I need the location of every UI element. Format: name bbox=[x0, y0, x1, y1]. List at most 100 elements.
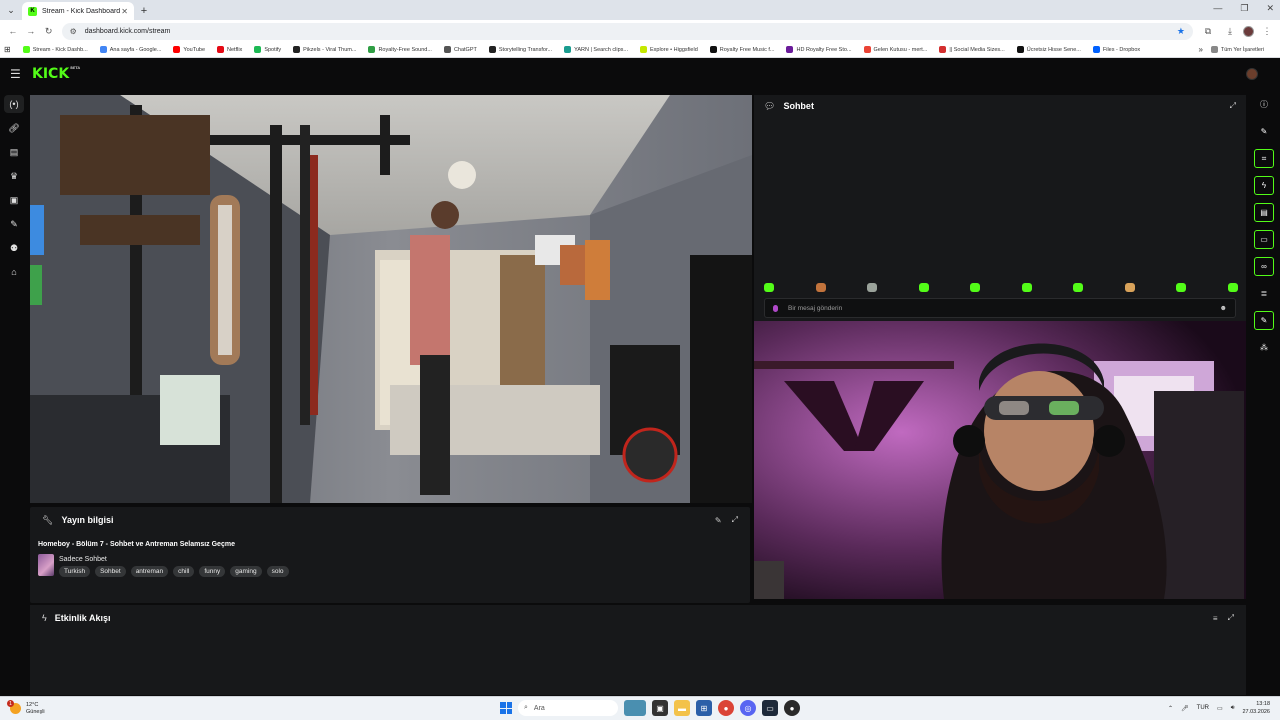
pencil-icon[interactable]: ✎ bbox=[1254, 122, 1274, 141]
link-chain-icon[interactable]: ∞ bbox=[1254, 257, 1274, 276]
edit-icon[interactable]: ✎ bbox=[715, 516, 722, 525]
trophy-icon[interactable]: ♛ bbox=[4, 167, 24, 185]
bookmark-item[interactable]: Explore • Higgsfield bbox=[639, 46, 698, 53]
tag-pill[interactable]: Sohbet bbox=[95, 566, 126, 577]
community-icon[interactable]: ⚉ bbox=[4, 239, 24, 257]
notes-icon[interactable]: ▤ bbox=[1254, 203, 1274, 222]
address-bar[interactable]: ⚙ dashboard.kick.com/stream ★ bbox=[61, 22, 1193, 40]
tab-search-icon[interactable]: ⌄ bbox=[0, 0, 22, 20]
popout-icon[interactable]: ⤢ bbox=[732, 515, 738, 525]
bookmark-star-icon[interactable]: ★ bbox=[1177, 26, 1185, 37]
tag-pill[interactable]: gaming bbox=[230, 566, 262, 577]
bookmark-item[interactable]: HD Royalty Free Sto... bbox=[786, 46, 852, 53]
extensions-icon[interactable]: ⧉ bbox=[1199, 22, 1217, 40]
close-tab-icon[interactable]: ✕ bbox=[121, 7, 128, 16]
network-icon[interactable]: ▭ bbox=[1217, 705, 1223, 712]
mic-icon[interactable]: 🎤︎ bbox=[1181, 705, 1189, 712]
taskbar-search[interactable]: ⌕ Ara bbox=[518, 700, 618, 716]
tag-pill[interactable]: chill bbox=[173, 566, 195, 577]
bookmarks-overflow-button[interactable]: » bbox=[1198, 45, 1202, 54]
chrome-icon[interactable]: ● bbox=[718, 700, 734, 716]
emote-icon[interactable] bbox=[867, 283, 878, 292]
emote-icon[interactable] bbox=[970, 283, 981, 292]
bookmark-item[interactable]: Royalty-Free Sound... bbox=[368, 46, 432, 53]
chat-icon[interactable]: ▭ bbox=[1254, 230, 1274, 249]
windows-start-icon[interactable] bbox=[500, 702, 512, 714]
library-icon[interactable]: ▣ bbox=[4, 191, 24, 209]
chat-message-input[interactable]: Bir mesaj gönderin ☻ bbox=[764, 298, 1236, 318]
lightning-icon[interactable]: ϟ bbox=[1254, 176, 1274, 195]
site-info-icon[interactable]: ⚙ bbox=[70, 27, 77, 36]
emote-icon[interactable] bbox=[1073, 283, 1084, 292]
browser-menu-icon[interactable]: ⋮ bbox=[1258, 22, 1276, 40]
emote-icon[interactable] bbox=[1227, 283, 1238, 292]
bookmark-item[interactable]: Gelen Kutusu - mert... bbox=[863, 46, 927, 53]
menu-icon[interactable]: ☰ bbox=[10, 67, 24, 81]
bookmark-item[interactable]: Storytelling Transfor... bbox=[488, 46, 552, 53]
recording-app-icon[interactable]: ● bbox=[784, 700, 800, 716]
bookmark-item[interactable]: YARN | Search clips... bbox=[564, 46, 628, 53]
tag-pill[interactable]: funny bbox=[199, 566, 226, 577]
popout-icon[interactable]: ⤢ bbox=[1228, 613, 1234, 623]
bookmark-item[interactable]: ChatGPT bbox=[443, 46, 477, 53]
widget-landscape-icon[interactable] bbox=[624, 700, 646, 716]
file-explorer-icon[interactable]: ▬ bbox=[674, 700, 690, 716]
bookmark-item[interactable]: || Social Media Sizes... bbox=[939, 46, 1005, 53]
emote-icon[interactable] bbox=[764, 283, 774, 292]
tray-chevron-icon[interactable]: ⌃ bbox=[1168, 705, 1173, 712]
back-icon[interactable]: ← bbox=[4, 22, 22, 40]
bookmark-item[interactable]: Stream - Kick Dashb... bbox=[22, 46, 88, 53]
emote-icon[interactable] bbox=[1176, 283, 1187, 292]
downloads-icon[interactable]: ⤓ bbox=[1221, 22, 1239, 40]
volume-icon[interactable]: 🔊︎ bbox=[1231, 705, 1235, 712]
link-icon[interactable]: 🔗︎ bbox=[4, 119, 24, 137]
creator-icon[interactable]: ⌂ bbox=[4, 263, 24, 281]
task-view-icon[interactable]: ▣ bbox=[652, 700, 668, 716]
layers-icon[interactable]: ≣ bbox=[1254, 284, 1274, 303]
bookmark-item[interactable]: Files - Dropbox bbox=[1092, 46, 1140, 53]
clock[interactable]: 13:18 27.03.2026 bbox=[1242, 700, 1270, 716]
all-bookmarks-button[interactable]: Tüm Yer İşaretleri bbox=[1210, 46, 1264, 53]
tools-icon[interactable]: ✎ bbox=[4, 215, 24, 233]
stream-preview-video[interactable] bbox=[30, 95, 752, 503]
kick-logo[interactable]: KICKBETA bbox=[32, 66, 80, 82]
emote-icon[interactable] bbox=[1021, 283, 1032, 292]
new-tab-button[interactable]: + bbox=[134, 2, 154, 20]
share-icon[interactable]: ⁂ bbox=[1254, 338, 1274, 357]
bookmark-item[interactable]: Pikzels - Viral Thum... bbox=[293, 46, 356, 53]
reload-icon[interactable]: ↻ bbox=[40, 22, 58, 40]
camera-scene-icon[interactable]: ⌗ bbox=[1254, 149, 1274, 168]
analytics-icon[interactable]: ▤ bbox=[4, 143, 24, 161]
restore-icon[interactable]: ❐ bbox=[1240, 3, 1248, 14]
bookmark-item[interactable]: Ücretsiz Hisse Sene... bbox=[1016, 46, 1081, 53]
bookmark-item[interactable]: Spotify bbox=[254, 46, 281, 53]
weather-widget[interactable]: 1 12°C Güneşli bbox=[7, 700, 45, 716]
wrench-tool-icon[interactable]: ✎ bbox=[1254, 311, 1274, 330]
browser-tab[interactable]: K Stream - Kick Dashboard ✕ bbox=[22, 2, 134, 20]
url-text[interactable]: dashboard.kick.com/stream bbox=[85, 28, 1177, 35]
emote-icon[interactable] bbox=[815, 283, 826, 292]
forward-icon[interactable]: → bbox=[22, 22, 40, 40]
store-icon[interactable]: ⊞ bbox=[696, 700, 712, 716]
language-indicator[interactable]: TUR bbox=[1197, 705, 1209, 711]
user-avatar[interactable] bbox=[1246, 68, 1258, 80]
minimize-icon[interactable]: — bbox=[1213, 3, 1222, 14]
profile-avatar[interactable] bbox=[1242, 25, 1254, 37]
info-icon[interactable]: ⓘ bbox=[1254, 95, 1274, 114]
emote-icon[interactable] bbox=[1124, 283, 1135, 292]
tag-pill[interactable]: antreman bbox=[130, 566, 169, 577]
apps-grid-icon[interactable]: ⊞ bbox=[4, 45, 11, 54]
stream-broadcast-icon[interactable]: (•) bbox=[4, 95, 24, 113]
obs-icon[interactable]: ▭ bbox=[762, 700, 778, 716]
bookmark-item[interactable]: Ana sayfa - Google... bbox=[99, 46, 161, 53]
emote-icon[interactable] bbox=[918, 283, 929, 292]
bookmark-item[interactable]: Netflix bbox=[217, 46, 242, 53]
category-name[interactable]: Sadece Sohbet bbox=[59, 556, 107, 563]
bookmark-item[interactable]: YouTube bbox=[173, 46, 205, 53]
emoji-picker-icon[interactable]: ☻ bbox=[1220, 305, 1227, 312]
app-icon[interactable]: ◎ bbox=[740, 700, 756, 716]
tag-pill[interactable]: solo bbox=[266, 566, 289, 577]
tag-pill[interactable]: Turkish bbox=[59, 566, 91, 577]
badge-icon[interactable] bbox=[773, 304, 778, 312]
webcam-preview[interactable] bbox=[754, 321, 1246, 599]
